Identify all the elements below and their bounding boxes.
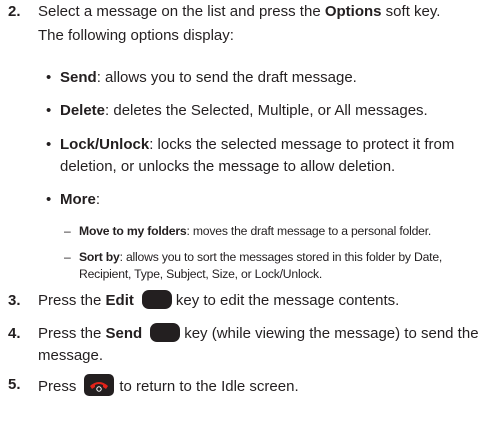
- sub-bullet-sort-by: – Sort by: allows you to sort the messag…: [64, 249, 489, 283]
- bullet-desc: :: [95, 191, 101, 208]
- sub-bullet-desc: : moves the draft message to a personal …: [186, 224, 432, 238]
- step-number: 2.: [8, 3, 21, 20]
- step-number: 3.: [8, 292, 21, 309]
- end-key-icon: [84, 374, 115, 396]
- step-4: 4. Press the Send key (while viewing the …: [8, 323, 486, 367]
- edit-term: Edit: [105, 292, 134, 309]
- sub-bullet-term: Move to my folders: [79, 224, 187, 238]
- step-text: Press to return to the Idle screen.: [38, 374, 486, 398]
- manual-page: 2. Select a message on the list and pres…: [0, 0, 492, 425]
- bullet-marker: •: [46, 102, 52, 119]
- dash-marker: –: [64, 250, 71, 264]
- bullet-term: Send: [60, 69, 97, 86]
- bullet-desc: : deletes the Selected, Multiple, or All…: [105, 102, 428, 119]
- bullet-term: More: [60, 191, 96, 208]
- soft-key-icon: [150, 323, 181, 342]
- options-term: Options: [324, 3, 382, 20]
- step-text: Press the Edit key to edit the message co…: [38, 290, 400, 309]
- bullet-desc: : allows you to send the draft message.: [96, 69, 357, 86]
- dash-marker: –: [64, 224, 71, 238]
- step-text: Select a message on the list and press t…: [38, 3, 441, 20]
- bullet-term: Delete: [60, 102, 106, 119]
- soft-key-icon: [141, 290, 172, 309]
- step-2-intro: The following options display:: [38, 27, 234, 44]
- bullet-marker: •: [46, 136, 52, 153]
- bullet-marker: •: [46, 191, 52, 208]
- bullet-term: Lock/Unlock: [60, 136, 150, 153]
- step-text: Press the Send key (while viewing the mes…: [38, 323, 479, 364]
- step-number: 4.: [8, 325, 21, 342]
- sub-bullet-desc: : allows you to sort the messages stored…: [79, 250, 443, 281]
- sub-bullet-term: Sort by: [79, 250, 120, 264]
- bullet-marker: •: [46, 69, 52, 86]
- send-term: Send: [105, 325, 143, 342]
- step-number: 5.: [8, 376, 21, 393]
- bullet-lock-unlock: • Lock/Unlock: locks the selected messag…: [46, 134, 486, 178]
